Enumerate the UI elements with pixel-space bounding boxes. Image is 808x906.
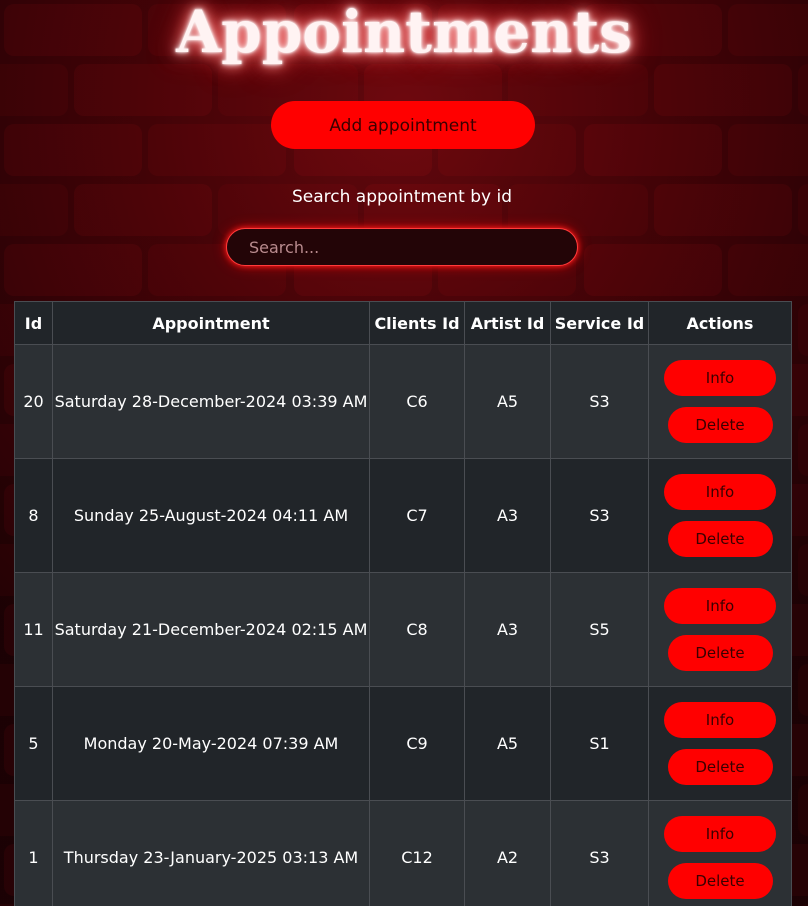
cell-client-id: C9 (369, 686, 465, 801)
search-label: Search appointment by id (291, 187, 512, 207)
cell-actions: Info Delete (648, 458, 792, 573)
column-header-actions: Actions (648, 301, 792, 345)
cell-artist-id: A3 (464, 458, 551, 573)
cell-actions: Info Delete (648, 344, 792, 459)
table-row: 1 Thursday 23-January-2025 03:13 AM C12 … (14, 800, 792, 906)
action-buttons: Info Delete (649, 702, 791, 785)
cell-client-id: C8 (369, 572, 465, 687)
cell-service-id: S3 (550, 458, 649, 573)
info-button[interactable]: Info (664, 474, 776, 510)
page-title: Appointments (176, 0, 632, 66)
table-row: 8 Sunday 25-August-2024 04:11 AM C7 A3 S… (14, 458, 792, 573)
cell-actions: Info Delete (648, 800, 792, 906)
delete-button[interactable]: Delete (667, 749, 773, 785)
info-button[interactable]: Info (664, 360, 776, 396)
cell-client-id: C12 (369, 800, 465, 906)
info-button[interactable]: Info (664, 816, 776, 852)
cell-artist-id: A2 (464, 800, 551, 906)
delete-button[interactable]: Delete (667, 635, 773, 671)
table-row: 5 Monday 20-May-2024 07:39 AM C9 A5 S1 I… (14, 686, 792, 801)
cell-service-id: S1 (550, 686, 649, 801)
cell-id: 20 (14, 344, 53, 459)
cell-appointment: Saturday 21-December-2024 02:15 AM (52, 572, 370, 687)
info-button[interactable]: Info (664, 588, 776, 624)
cell-appointment: Sunday 25-August-2024 04:11 AM (52, 458, 370, 573)
cell-client-id: C7 (369, 458, 465, 573)
table-header: Id Appointment Clients Id Artist Id Serv… (14, 301, 792, 345)
cell-actions: Info Delete (648, 686, 792, 801)
delete-button[interactable]: Delete (667, 521, 773, 557)
column-header-clients-id: Clients Id (369, 301, 465, 345)
cell-service-id: S3 (550, 800, 649, 906)
cell-id: 8 (14, 458, 53, 573)
column-header-id: Id (14, 301, 53, 345)
cell-service-id: S3 (550, 344, 649, 459)
cell-appointment: Thursday 23-January-2025 03:13 AM (52, 800, 370, 906)
action-buttons: Info Delete (649, 588, 791, 671)
cell-artist-id: A3 (464, 572, 551, 687)
delete-button[interactable]: Delete (667, 863, 773, 899)
cell-actions: Info Delete (648, 572, 792, 687)
page-content: Appointments Add appointment Search appo… (0, 0, 808, 906)
cell-id: 11 (14, 572, 53, 687)
cell-service-id: S5 (550, 572, 649, 687)
cell-artist-id: A5 (464, 686, 551, 801)
info-button[interactable]: Info (664, 702, 776, 738)
action-buttons: Info Delete (649, 474, 791, 557)
cell-appointment: Saturday 28-December-2024 03:39 AM (52, 344, 370, 459)
cell-id: 5 (14, 686, 53, 801)
appointments-table: Id Appointment Clients Id Artist Id Serv… (14, 301, 792, 906)
column-header-artist-id: Artist Id (464, 301, 551, 345)
table-row: 11 Saturday 21-December-2024 02:15 AM C8… (14, 572, 792, 687)
search-input[interactable] (226, 228, 578, 266)
table-row: 20 Saturday 28-December-2024 03:39 AM C6… (14, 344, 792, 459)
table-header-row: Id Appointment Clients Id Artist Id Serv… (14, 301, 792, 345)
cell-artist-id: A5 (464, 344, 551, 459)
action-buttons: Info Delete (649, 816, 791, 899)
column-header-service-id: Service Id (550, 301, 649, 345)
table-body: 20 Saturday 28-December-2024 03:39 AM C6… (14, 344, 792, 906)
delete-button[interactable]: Delete (667, 407, 773, 443)
cell-id: 1 (14, 800, 53, 906)
column-header-appointment: Appointment (52, 301, 370, 345)
cell-appointment: Monday 20-May-2024 07:39 AM (52, 686, 370, 801)
action-buttons: Info Delete (649, 360, 791, 443)
cell-client-id: C6 (369, 344, 465, 459)
add-appointment-button[interactable]: Add appointment (271, 101, 535, 149)
